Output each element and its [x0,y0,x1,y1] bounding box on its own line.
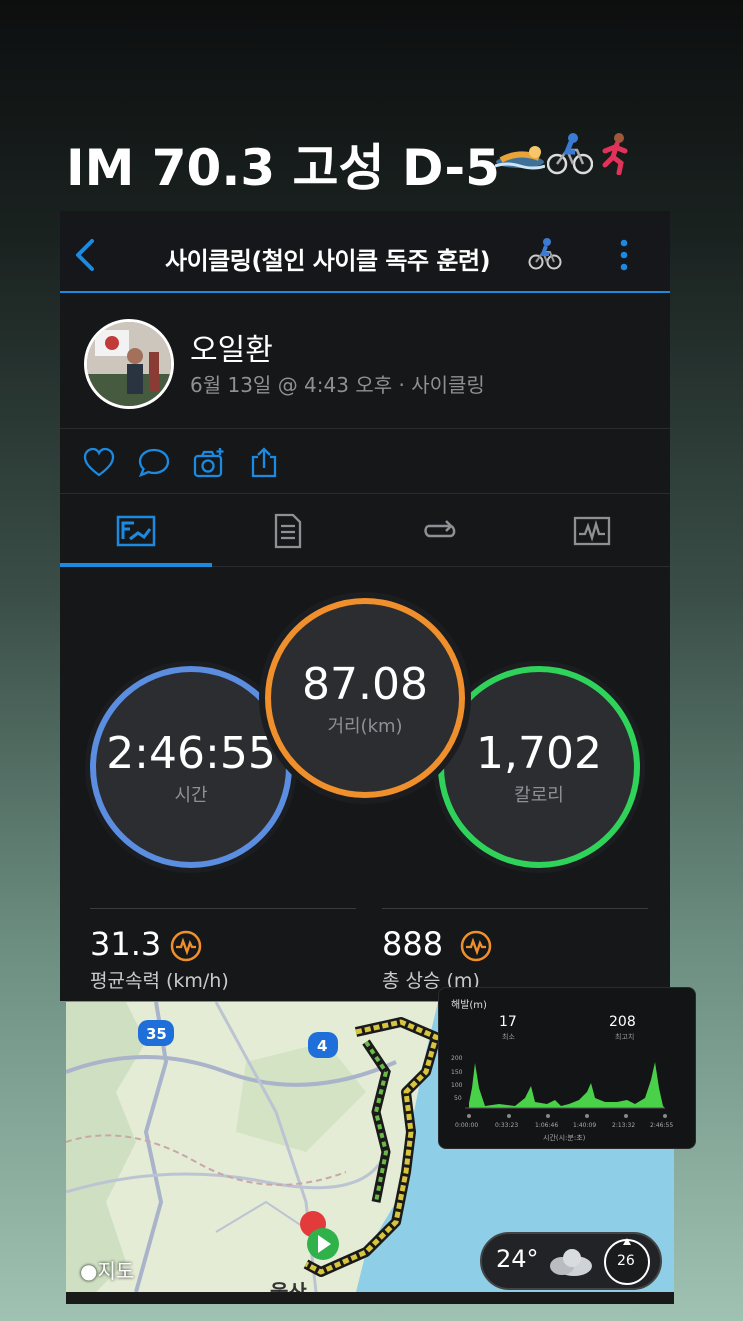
activity-subtitle: 6월 13일 @ 4:43 오후 · 사이클링 [190,373,485,397]
temperature: 24° [496,1245,539,1273]
avg-speed-value: 31.3 [90,925,162,963]
divider-left [90,908,356,909]
loop-icon [424,520,456,538]
profile-row: 오일환 6월 13일 @ 4:43 오후 · 사이클링 [60,295,670,429]
active-tab-indicator [60,563,212,567]
chart-icon [573,516,611,546]
overview-icon [116,515,156,547]
maps-logo: ●지도 [80,1255,134,1284]
y-tick: 50 [454,1095,462,1102]
swimmer-icon [495,146,545,170]
x-axis-label: 시간(시:분:초) [543,1134,586,1142]
story-title: IM 70.3 고성 D-5 [66,139,500,197]
x-tick: 1:06:46 [535,1122,559,1129]
wind-speed: 26 [617,1253,635,1269]
laps-tab[interactable] [364,495,516,567]
maps-logo-text: 지도 [97,1259,135,1283]
x-tick: 1:40:09 [573,1122,597,1129]
divider-right [382,908,648,909]
share-icon[interactable] [247,446,281,480]
weather-chip[interactable]: 24° 26 [480,1232,662,1290]
activity-title: 사이클링(철인 사이클 독주 훈련) [165,247,491,275]
avatar-photo [87,322,171,406]
bottom-border [66,1292,674,1304]
distance-value: 87.08 [302,658,428,710]
apple-icon: ● [80,1259,98,1283]
y-tick: 200 [451,1055,463,1062]
elevation-card: 해발(m) 17 최소 208 최고치 200 150 100 50 0:00:… [438,987,696,1149]
heart-icon[interactable] [82,446,116,480]
tabs-row [60,495,670,567]
title-emojis [495,130,635,176]
overview-tab[interactable] [60,495,212,567]
cloud-icon [550,1249,592,1276]
y-tick: 150 [451,1069,463,1076]
runner-icon [602,133,628,175]
time-value: 2:46:55 [106,727,276,779]
cycling-icon [528,238,562,270]
calories-circle: 1,702 칼로리 [438,666,640,868]
more-options-icon[interactable] [614,237,634,273]
camera-icon[interactable] [192,446,226,480]
time-label: 시간 [174,784,208,806]
user-name[interactable]: 오일환 [190,325,273,369]
stats-tab[interactable] [516,495,668,567]
avatar[interactable] [84,319,174,409]
x-tick: 0:00:00 [455,1122,479,1129]
avg-speed-label: 평균속력 (km/h) [90,970,229,992]
document-icon [274,513,302,549]
back-icon[interactable] [72,237,102,273]
y-tick: 100 [451,1082,463,1089]
road-35-label: 35 [146,1025,167,1043]
time-circle: 2:46:55 시간 [90,666,292,868]
x-tick: 2:46:55 [650,1122,674,1129]
pulse-icon[interactable] [460,930,492,962]
distance-label: 거리(km) [327,715,403,737]
x-tick: 2:13:32 [612,1122,636,1129]
details-tab[interactable] [212,495,364,567]
calories-value: 1,702 [476,727,602,779]
pulse-icon[interactable] [170,930,202,962]
comment-icon[interactable] [137,446,171,480]
top-bar: 사이클링(철인 사이클 독주 훈련) [60,211,670,293]
distance-circle: 87.08 거리(km) [265,598,465,798]
stats-area: 2:46:55 시간 1,702 칼로리 87.08 거리(km) 31.3 평… [60,568,670,1001]
calories-label: 칼로리 [514,784,564,806]
actions-row [60,430,670,494]
road-4-label: 4 [317,1037,328,1055]
x-tick: 0:33:23 [495,1122,519,1129]
elev-gain-value: 888 [382,925,444,963]
cyclist-icon [547,133,593,175]
activity-screen: 사이클링(철인 사이클 독주 훈련) 오일환 6월 13일 @ 4:43 오후 … [60,211,670,1001]
